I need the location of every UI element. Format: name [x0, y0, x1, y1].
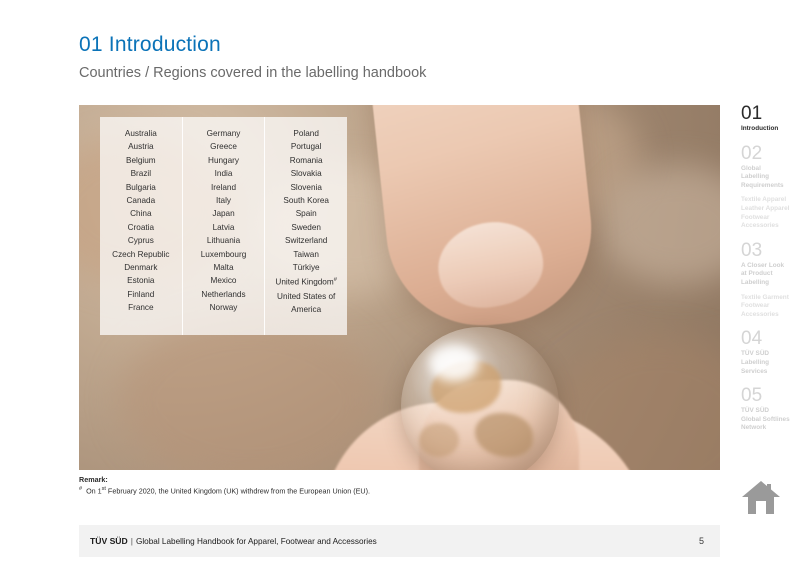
globe-landmass: [419, 423, 459, 457]
country-item-uk-label: United Kingdom: [275, 278, 334, 288]
country-item: Greece: [210, 142, 237, 152]
footer-brand: TÜV SÜD: [90, 536, 128, 546]
rail-item-04[interactable]: 04 TÜV SÜD Labelling Services: [741, 328, 799, 376]
home-icon[interactable]: [741, 478, 781, 516]
countries-column-1: Australia Austria Belgium Brazil Bulgari…: [100, 117, 182, 335]
rail-number: 04: [741, 328, 763, 350]
country-item: Ireland: [210, 182, 237, 192]
country-item: Cyprus: [127, 236, 154, 246]
footer-separator: |: [130, 536, 133, 546]
fingernail-shape: [430, 213, 551, 316]
rail-item-03[interactable]: 03 A Closer Look at Product Labelling Te…: [741, 240, 799, 320]
country-item: Czech Republic: [112, 249, 170, 259]
country-item: Italy: [215, 196, 232, 206]
country-item: Norway: [209, 303, 238, 313]
country-item-uk: United Kingdom#: [265, 274, 347, 289]
country-item: Finland: [127, 289, 155, 299]
page-subtitle: Countries / Regions covered in the label…: [79, 65, 427, 81]
country-item: Malta: [213, 263, 234, 273]
country-item: Mexico: [210, 276, 237, 286]
remark-prefix: On 1: [86, 486, 102, 496]
country-item: Netherlands: [201, 289, 246, 299]
rail-item-01[interactable]: 01 Introduction: [741, 103, 799, 134]
country-item: Austria: [128, 142, 154, 152]
country-item: South Korea: [283, 196, 329, 206]
chapter-rail: 01 Introduction 02 Global Labelling Requ…: [741, 103, 799, 442]
rail-label: TÜV SÜD Global Softlines Network: [741, 407, 790, 432]
country-item: China: [130, 209, 152, 219]
country-item: America: [291, 305, 322, 315]
rail-item-05[interactable]: 05 TÜV SÜD Global Softlines Network: [741, 385, 799, 433]
country-item: Japan: [212, 209, 235, 219]
country-item: United States of: [277, 291, 336, 301]
page-title: 01 Introduction: [79, 33, 221, 56]
country-item: India: [214, 169, 233, 179]
country-item: Belgium: [126, 155, 156, 165]
rail-sublabel: Textile Garment Footwear Accessories: [741, 293, 789, 318]
country-item: Australia: [124, 129, 157, 138]
page-canvas: 01 Introduction Countries / Regions cove…: [0, 0, 802, 567]
rail-number: 03: [741, 239, 763, 261]
country-item: Slovenia: [290, 182, 322, 192]
country-item: Latvia: [212, 222, 235, 232]
country-item: Luxembourg: [200, 249, 247, 259]
page-number: 5: [698, 536, 704, 546]
country-item: Sweden: [291, 222, 321, 232]
country-item: Brazil: [130, 169, 152, 179]
globe-landmass: [475, 413, 533, 457]
page-footer: TÜV SÜD | Global Labelling Handbook for …: [79, 525, 720, 557]
rail-sublabel: Textile Apparel Leather Apparel Footwear…: [741, 196, 790, 230]
rail-number: 05: [741, 385, 763, 407]
remark-label: Remark:: [79, 475, 108, 484]
rail-item-02[interactable]: 02 Global Labelling Requirements Textile…: [741, 143, 799, 231]
country-item: Germany: [206, 129, 241, 138]
rail-label: A Closer Look at Product Labelling: [741, 261, 785, 286]
country-item: Estonia: [127, 276, 155, 286]
country-item: Denmark: [124, 263, 158, 273]
footer-title: Global Labelling Handbook for Apparel, F…: [135, 536, 377, 546]
country-item: Switzerland: [285, 236, 328, 246]
footnote-marker: #: [333, 277, 337, 284]
country-item: Romania: [289, 155, 323, 165]
rail-label: Global Labelling Requirements: [741, 164, 784, 189]
remark-rest: February 2020, the United Kingdom (UK) w…: [105, 486, 371, 496]
country-item: Canada: [126, 196, 156, 206]
country-item: Bulgaria: [125, 182, 156, 192]
country-item: Portugal: [290, 142, 322, 152]
rail-label: Introduction: [741, 125, 779, 132]
country-item: Türkiye: [292, 263, 320, 273]
hero-photo: Australia Austria Belgium Brazil Bulgari…: [79, 105, 720, 470]
countries-column-3: Poland Portugal Romania Slovakia Sloveni…: [264, 117, 347, 335]
countries-table: Australia Austria Belgium Brazil Bulgari…: [100, 117, 347, 335]
rail-number: 02: [741, 142, 763, 164]
country-item: Slovakia: [290, 169, 322, 179]
map-blur-blotch: [119, 315, 379, 470]
country-item: Lithuania: [206, 236, 241, 246]
country-item: Croatia: [127, 222, 155, 232]
rail-number: 01: [741, 103, 763, 124]
countries-column-2: Germany Greece Hungary India Ireland Ita…: [181, 117, 265, 335]
country-item: France: [128, 303, 154, 313]
country-item: Poland: [293, 129, 319, 138]
rail-label: TÜV SÜD Labelling Services: [741, 350, 770, 375]
country-item: Taiwan: [293, 249, 319, 259]
country-item: Spain: [295, 209, 317, 219]
country-item: Hungary: [208, 155, 239, 165]
remark-text: # On 1st February 2020, the United Kingd…: [79, 486, 370, 495]
globe-highlight: [429, 345, 479, 381]
remark-marker: #: [79, 486, 83, 492]
